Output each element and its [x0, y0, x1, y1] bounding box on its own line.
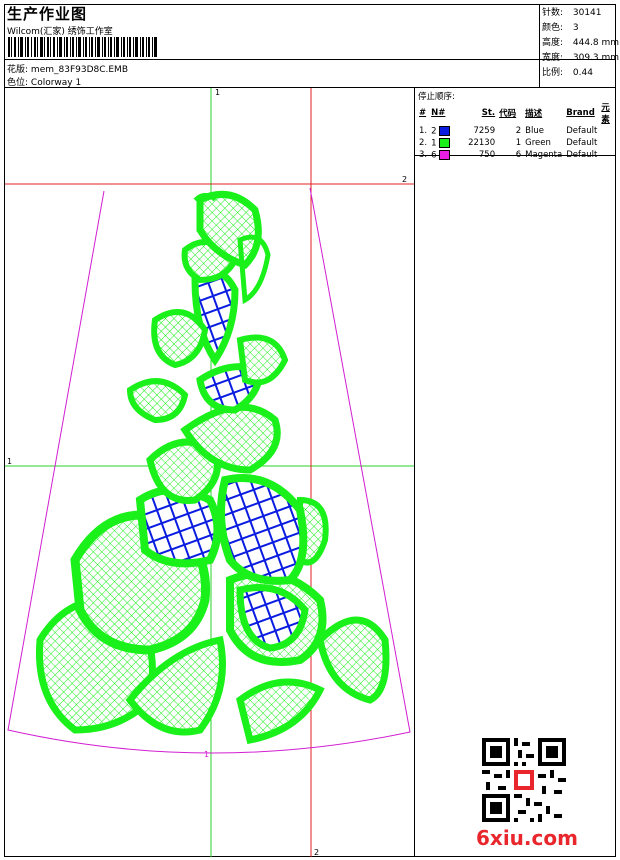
qr-code-image	[482, 738, 566, 822]
guide-label-red-bottom: 2	[314, 848, 319, 857]
watermark-text: 6xiu.com	[476, 826, 578, 850]
embroidery-preview: 1 1 2 2 1	[5, 88, 414, 857]
guide-label-green-left: 1	[7, 457, 12, 466]
guide-label-red-right: 2	[402, 175, 407, 184]
embroidery-motif	[35, 190, 390, 745]
guide-label-magenta-bottom: 1	[204, 750, 209, 759]
guide-label-green-top: 1	[215, 88, 220, 97]
